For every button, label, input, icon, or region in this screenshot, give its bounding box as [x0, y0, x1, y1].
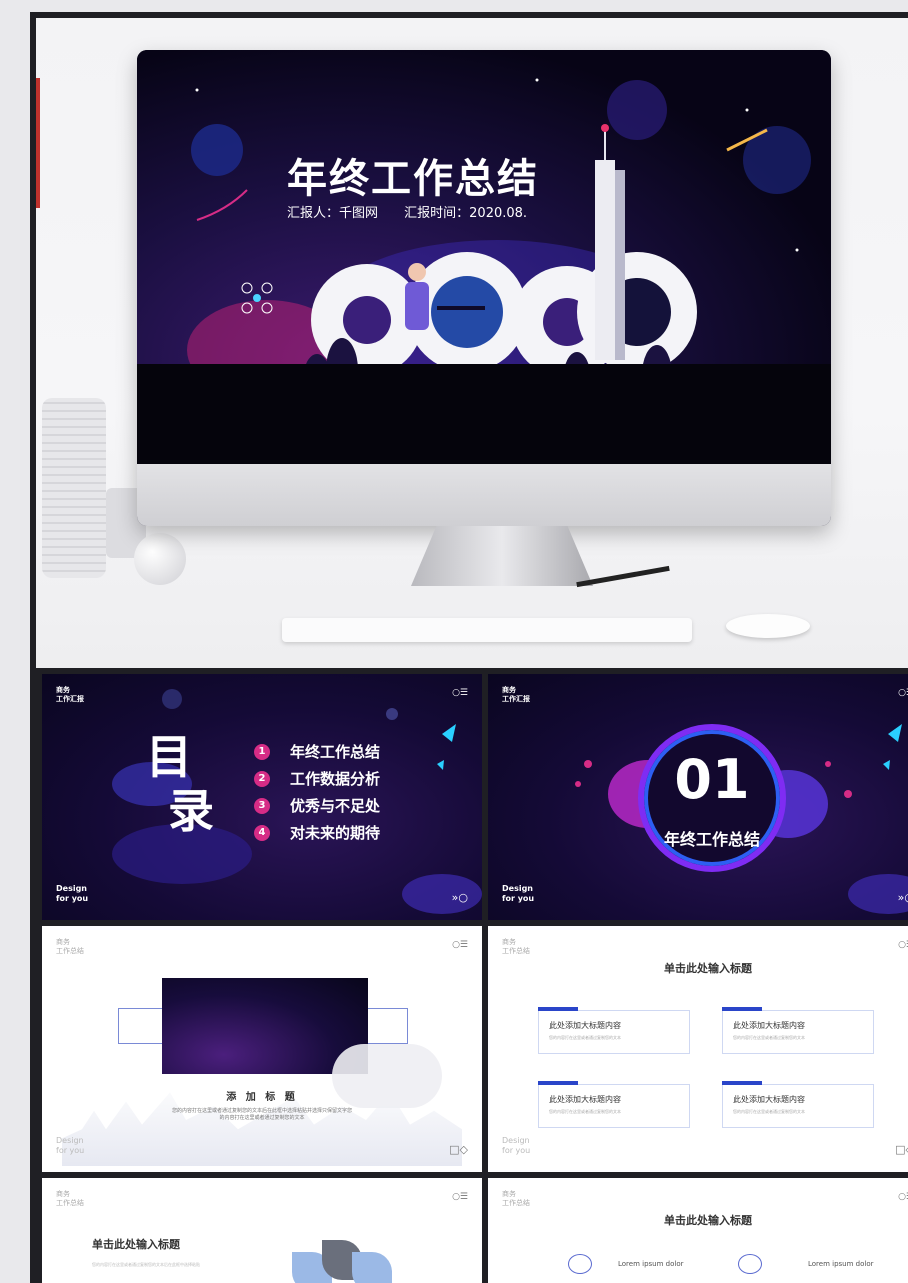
toc-title-char-2: 录	[168, 784, 214, 838]
cover-subtitle: 汇报人：千图网 汇报时间：2020.08.	[287, 202, 549, 221]
cards-title: 单击此处输入标题	[664, 962, 752, 975]
screen-ground	[137, 364, 831, 464]
slide-bottom-left[interactable]: 商务 工作总结 ○☰ 单击此处输入标题 您的内容打在这里或者通过复制您的文本后在…	[42, 1178, 482, 1283]
add-title-heading: 添 加 标 题	[226, 1092, 298, 1103]
toc-item[interactable]: 1 年终工作总结	[254, 738, 380, 765]
toc-item-label: 对未来的期待	[290, 824, 381, 842]
design-label: Design for you	[502, 884, 535, 903]
toc-item[interactable]: 2 工作数据分析	[254, 765, 380, 792]
slide-corner-label: 商务 工作总结	[56, 938, 84, 955]
menu-icon[interactable]: ○☰	[898, 688, 908, 698]
toc-number-badge: 4	[254, 824, 270, 841]
section-title: 年终工作总结	[663, 830, 760, 849]
slide-corner-label: 商务 工作总结	[56, 1190, 84, 1207]
content-card[interactable]: 此处添加大标题内容 您的内容打在这里或者通过复制您的文本	[538, 1007, 690, 1054]
toc-item[interactable]: 4 对未来的期待	[254, 819, 380, 846]
card-text: 您的内容打在这里或者通过复制您的文本	[549, 1109, 621, 1114]
section-number: 01	[674, 748, 750, 811]
card-heading: 此处添加大标题内容	[733, 1021, 805, 1030]
mini-cover-image	[162, 978, 442, 1108]
bottom-left-text: 您的内容打在这里或者通过复制您的文本后在此框中选择粘贴	[92, 1262, 200, 1267]
next-icon[interactable]: »○	[898, 891, 908, 904]
menu-icon[interactable]: ○☰	[898, 940, 908, 950]
design-label: Design for you	[56, 884, 89, 903]
decor-vase	[42, 398, 106, 578]
reporter-label: 汇报人：千图网	[287, 206, 379, 221]
menu-icon[interactable]: ○☰	[452, 688, 468, 698]
toc-item-label: 工作数据分析	[290, 770, 381, 788]
toc-number-badge: 3	[254, 797, 270, 814]
card-heading: 此处添加大标题内容	[733, 1095, 805, 1104]
decor-ball	[134, 533, 186, 585]
decor-pen	[576, 565, 670, 588]
card-heading: 此处添加大标题内容	[549, 1021, 621, 1030]
bottom-right-title: 单击此处输入标题	[664, 1214, 752, 1227]
slide-corner-label: 商务 工作汇报	[502, 686, 530, 703]
toc-list: 1 年终工作总结 2 工作数据分析 3 优秀与不足处 4 对未来的期待	[254, 738, 380, 846]
add-title-text: 您的内容打在这里或者通过复制您的文本后在此框中选择粘贴并选择只保留文字您的内容打…	[172, 1108, 353, 1121]
hero-mockup: 年终工作总结 汇报人：千图网 汇报时间：2020.08.	[36, 18, 908, 668]
feature-label: Lorem ipsum dolor	[808, 1260, 874, 1268]
content-card[interactable]: 此处添加大标题内容 您的内容打在这里或者通过复制您的文本	[722, 1007, 874, 1054]
monitor-screen: 年终工作总结 汇报人：千图网 汇报时间：2020.08.	[137, 50, 831, 464]
card-heading: 此处添加大标题内容	[549, 1095, 621, 1104]
cover-title: 年终工作总结	[287, 156, 539, 202]
menu-icon[interactable]: ○☰	[452, 940, 468, 950]
menu-icon[interactable]: ○☰	[452, 1192, 468, 1202]
accent-bar	[36, 78, 40, 208]
toc-title-char-1: 目	[146, 730, 192, 784]
feature-label: Lorem ipsum dolor	[618, 1260, 684, 1268]
monitor-stand	[411, 526, 593, 586]
square-icon[interactable]: □◇	[449, 1143, 468, 1156]
template-preview-page: 年终工作总结 汇报人：千图网 汇报时间：2020.08. 商务 工作汇报 ○☰ …	[30, 12, 908, 1283]
monitor-chin	[137, 464, 831, 526]
map-pin-icon	[568, 1254, 592, 1274]
toc-number-badge: 2	[254, 770, 270, 787]
slide-section-01[interactable]: 商务 工作汇报 ○☰ 01 年终工作总结 Design for you »○	[488, 674, 908, 920]
slide-corner-label: 商务 工作总结	[502, 938, 530, 955]
next-icon[interactable]: »○	[452, 891, 468, 904]
slide-bottom-right[interactable]: 商务 工作总结 ○☰ 单击此处输入标题 Lorem ipsum dolor Lo…	[488, 1178, 908, 1283]
design-label: Design for you	[56, 1136, 85, 1155]
monitor: 年终工作总结 汇报人：千图网 汇报时间：2020.08.	[137, 50, 831, 526]
toc-item[interactable]: 3 优秀与不足处	[254, 792, 380, 819]
design-label: Design for you	[502, 1136, 531, 1155]
keyboard	[282, 618, 692, 642]
menu-icon[interactable]: ○☰	[898, 1192, 908, 1202]
square-icon[interactable]: □◇	[895, 1143, 908, 1156]
petal-shape-icon	[352, 1252, 392, 1283]
toc-number-badge: 1	[254, 743, 270, 760]
report-time-label: 汇报时间：2020.08.	[404, 206, 528, 221]
mouse	[726, 614, 810, 638]
slide-cards[interactable]: 商务 工作总结 ○☰ 单击此处输入标题 此处添加大标题内容 您的内容打在这里或者…	[488, 926, 908, 1172]
bottom-left-title: 单击此处输入标题	[92, 1238, 180, 1251]
toc-title: 目 录	[146, 730, 214, 838]
slide-corner-label: 商务 工作汇报	[56, 686, 84, 703]
slide-toc[interactable]: 商务 工作汇报 ○☰ 目 录 1 年终工作总结 2 工作数据分析 3 优秀与不足处 4…	[42, 674, 482, 920]
content-card[interactable]: 此处添加大标题内容 您的内容打在这里或者通过复制您的文本	[538, 1081, 690, 1128]
section-circle: 01 年终工作总结	[638, 724, 786, 872]
toc-item-label: 年终工作总结	[290, 743, 381, 761]
slide-add-title[interactable]: 商务 工作总结 ○☰ 添 加 标 题 您的内容打在这里或者通过复制您的文本后在此…	[42, 926, 482, 1172]
content-card[interactable]: 此处添加大标题内容 您的内容打在这里或者通过复制您的文本	[722, 1081, 874, 1128]
slide-corner-label: 商务 工作总结	[502, 1190, 530, 1207]
card-text: 您的内容打在这里或者通过复制您的文本	[733, 1109, 805, 1114]
toc-item-label: 优秀与不足处	[290, 797, 381, 815]
globe-icon	[738, 1254, 762, 1274]
card-text: 您的内容打在这里或者通过复制您的文本	[733, 1035, 805, 1040]
card-text: 您的内容打在这里或者通过复制您的文本	[549, 1035, 621, 1040]
